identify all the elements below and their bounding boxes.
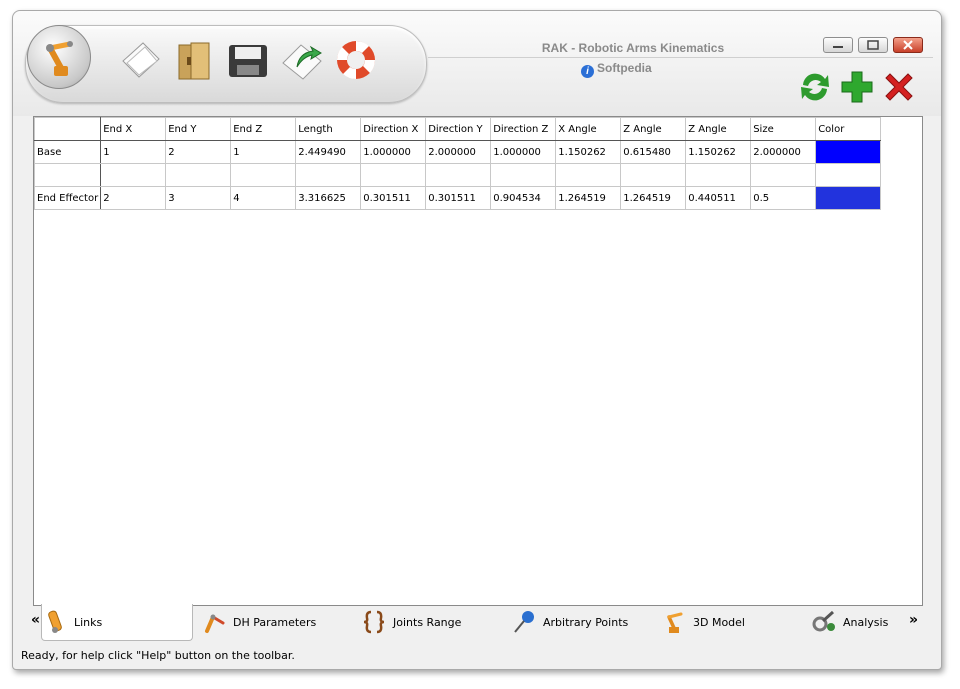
tab-arbitrary-points[interactable]: Arbitrary Points — [511, 604, 661, 640]
new-document-icon[interactable] — [117, 37, 163, 83]
close-window-button[interactable] — [893, 37, 923, 53]
tab-label: Arbitrary Points — [543, 615, 629, 629]
tab-dh-parameters[interactable]: DH Parameters — [201, 604, 341, 640]
table-cell[interactable]: 3.316625 — [295, 186, 362, 210]
table-cell[interactable]: 4 — [230, 186, 297, 210]
table-cell[interactable]: 0.301511 — [360, 186, 427, 210]
column-header[interactable]: X Angle — [555, 117, 622, 141]
column-header[interactable]: End Y — [165, 117, 232, 141]
tab-label: Joints Range — [393, 615, 462, 629]
tabs-scroll-left-button[interactable]: « — [31, 612, 40, 628]
tab-analysis[interactable]: Analysis — [811, 604, 911, 640]
refresh-icon[interactable] — [797, 69, 833, 105]
corner-cell — [33, 117, 102, 141]
links-grid: End X End Y End Z Length Direction X Dir… — [33, 116, 923, 606]
app-window: RAK - Robotic Arms Kinematics i Softpedia — [12, 10, 942, 670]
table-cell[interactable] — [620, 163, 687, 187]
table-cell[interactable]: 1.150262 — [685, 140, 752, 164]
tab-label: 3D Model — [693, 615, 745, 629]
info-icon: i — [581, 65, 594, 78]
table-cell[interactable] — [165, 163, 232, 187]
table-cell[interactable]: 1 — [100, 140, 167, 164]
tab-joints-range[interactable]: Joints Range — [361, 604, 491, 640]
table-cell[interactable]: 2.000000 — [425, 140, 492, 164]
subtitle: i Softpedia — [581, 61, 652, 78]
table-cell[interactable] — [490, 163, 557, 187]
table-cell[interactable]: 0.904534 — [490, 186, 557, 210]
column-header[interactable]: Z Angle — [685, 117, 752, 141]
color-swatch-cell[interactable] — [815, 186, 882, 210]
links-table: End X End Y End Z Length Direction X Dir… — [33, 117, 882, 210]
table-cell[interactable] — [230, 163, 297, 187]
table-cell[interactable]: 0.440511 — [685, 186, 752, 210]
table-cell[interactable]: 1.000000 — [360, 140, 427, 164]
table-cell[interactable]: 1 — [230, 140, 297, 164]
3d-model-icon — [667, 612, 683, 633]
table-cell[interactable]: 0.301511 — [425, 186, 492, 210]
table-cell[interactable]: 1.264519 — [555, 186, 622, 210]
table-row — [33, 163, 882, 187]
column-header[interactable]: Length — [295, 117, 362, 141]
subtitle-text: Softpedia — [597, 61, 652, 75]
table-cell[interactable]: 3 — [165, 186, 232, 210]
dh-parameters-icon — [205, 614, 225, 633]
column-header[interactable]: Direction Y — [425, 117, 492, 141]
table-cell[interactable] — [555, 163, 622, 187]
joints-range-icon — [363, 610, 385, 634]
row-header[interactable] — [33, 163, 102, 187]
table-cell[interactable]: 2 — [100, 186, 167, 210]
column-header[interactable]: Z Angle — [620, 117, 687, 141]
table-cell[interactable] — [685, 163, 752, 187]
status-bar-text: Ready, for help click "Help" button on t… — [21, 649, 295, 662]
column-header[interactable]: End Z — [230, 117, 297, 141]
column-header[interactable]: Color — [815, 117, 882, 141]
save-floppy-icon[interactable] — [225, 37, 271, 83]
window-title: RAK - Robotic Arms Kinematics — [541, 41, 725, 55]
table-cell[interactable]: 0.615480 — [620, 140, 687, 164]
table-cell[interactable]: 1.150262 — [555, 140, 622, 164]
column-header[interactable]: Direction X — [360, 117, 427, 141]
delete-icon[interactable] — [881, 69, 917, 105]
tab-3d-model[interactable]: 3D Model — [661, 604, 781, 640]
table-cell[interactable]: 0.5 — [750, 186, 817, 210]
table-cell[interactable] — [295, 163, 362, 187]
table-header-row: End X End Y End Z Length Direction X Dir… — [33, 117, 882, 141]
table-cell[interactable] — [425, 163, 492, 187]
table-row: End Effector 2 3 4 3.316625 0.301511 0.3… — [33, 186, 882, 210]
open-folder-icon[interactable] — [171, 37, 217, 83]
tab-label: DH Parameters — [233, 615, 317, 629]
help-lifebuoy-icon[interactable] — [333, 37, 379, 83]
analysis-icon — [812, 610, 835, 632]
table-cell[interactable]: 2.449490 — [295, 140, 362, 164]
export-arrow-icon[interactable] — [279, 37, 325, 83]
column-header[interactable]: End X — [100, 117, 167, 141]
color-swatch-cell[interactable] — [815, 163, 882, 187]
links-icon — [48, 610, 62, 633]
tab-label: Analysis — [843, 615, 889, 629]
tab-links[interactable]: Links — [41, 604, 193, 641]
column-header[interactable]: Direction Z — [490, 117, 557, 141]
table-cell[interactable] — [360, 163, 427, 187]
title-divider — [428, 57, 933, 58]
column-header[interactable]: Size — [750, 117, 817, 141]
table-row: Base 1 2 1 2.449490 1.000000 2.000000 1.… — [33, 140, 882, 164]
minimize-button[interactable] — [823, 37, 853, 53]
logo-icon[interactable] — [27, 25, 91, 89]
table-cell[interactable]: 1.264519 — [620, 186, 687, 210]
color-swatch-cell[interactable] — [815, 140, 882, 164]
pushpin-icon — [514, 611, 534, 633]
table-cell[interactable] — [100, 163, 167, 187]
table-cell[interactable]: 2 — [165, 140, 232, 164]
tabs-scroll-right-button[interactable]: » — [909, 612, 918, 628]
maximize-button[interactable] — [858, 37, 888, 53]
table-cell[interactable]: 2.000000 — [750, 140, 817, 164]
bottom-tab-bar: « Links DH Parameters Joints Range Arbit… — [31, 604, 923, 642]
tab-label: Links — [74, 615, 103, 629]
add-icon[interactable] — [839, 69, 875, 105]
row-header[interactable]: End Effector — [33, 186, 102, 210]
table-cell[interactable]: 1.000000 — [490, 140, 557, 164]
table-cell[interactable] — [750, 163, 817, 187]
row-header[interactable]: Base — [33, 140, 102, 164]
